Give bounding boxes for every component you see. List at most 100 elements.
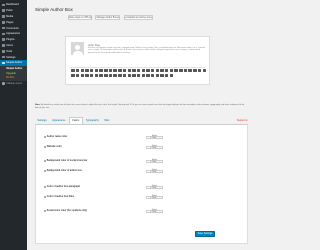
social-icon[interactable] [71, 73, 75, 78]
social-icon[interactable] [85, 73, 89, 78]
social-icon[interactable] [169, 73, 174, 78]
social-icon[interactable] [132, 69, 136, 73]
help-icon[interactable] [44, 186, 46, 188]
social-icon[interactable] [146, 73, 150, 78]
social-icon[interactable] [75, 73, 80, 78]
help-icon[interactable] [44, 136, 46, 138]
settings-tabs: Settings Appearance Colors Typography Misc Su… [35, 117, 248, 125]
social-icon[interactable] [132, 73, 136, 78]
social-icon[interactable] [141, 69, 145, 73]
social-icon[interactable] [94, 69, 99, 73]
social-icon[interactable] [127, 73, 131, 78]
rate-plugin-button[interactable]: Rate plugin on WP.org [68, 15, 92, 20]
social-icon[interactable] [150, 73, 155, 78]
comment-icon [2, 26, 5, 30]
author-icon [2, 61, 5, 65]
submenu-item-gopro[interactable]: Go Pro [0, 75, 27, 80]
social-icon[interactable] [136, 69, 141, 73]
social-icon[interactable] [165, 69, 169, 73]
collapse-menu-button[interactable]: Collapse menu [0, 81, 27, 86]
help-icon[interactable] [44, 196, 46, 198]
social-icon[interactable] [90, 73, 94, 78]
manage-boxes-button[interactable]: Manage Author Boxes [95, 15, 120, 20]
tab-settings[interactable]: Settings [35, 118, 49, 124]
social-icon[interactable] [80, 73, 85, 78]
social-icon[interactable] [202, 69, 206, 73]
avatar [71, 42, 85, 56]
sidebar-item-label: Users [6, 43, 13, 47]
sidebar-item-label: Pages [6, 20, 14, 24]
social-icon[interactable] [104, 69, 108, 73]
settings-row: Website color [44, 146, 144, 148]
social-icon[interactable] [122, 73, 127, 78]
support-link[interactable]: Support ♥ [234, 118, 248, 124]
sidebar-item-label: Dashboard [6, 3, 19, 7]
user-icon [2, 44, 5, 47]
tab-colors[interactable]: Colors [68, 117, 83, 124]
tab-misc[interactable]: Misc [102, 118, 112, 124]
collapse-label: Collapse menu [6, 81, 23, 85]
social-icon[interactable] [80, 69, 85, 73]
simple-author-submenu: Simple Author Upgrade Go Pro [0, 65, 27, 81]
social-icon[interactable] [108, 73, 113, 78]
tab-appearance[interactable]: Appearance [50, 118, 68, 124]
select-color-button[interactable]: Select Color [146, 195, 163, 200]
social-icon[interactable] [165, 73, 169, 78]
select-color-button[interactable]: Select Color [146, 169, 163, 173]
setting-label-text: Website color [46, 146, 62, 148]
social-icon[interactable] [197, 69, 202, 73]
social-icon[interactable] [188, 69, 192, 73]
social-icon[interactable] [90, 69, 94, 73]
social-icon[interactable] [108, 69, 113, 73]
social-icon[interactable] [169, 69, 174, 73]
social-icon[interactable] [193, 69, 197, 73]
tab-typography[interactable]: Typography [83, 118, 101, 124]
social-icon[interactable] [127, 69, 131, 73]
sidebar-item-label: Comments [6, 26, 19, 30]
help-icon[interactable] [44, 210, 46, 212]
social-icon[interactable] [99, 69, 103, 73]
social-icon[interactable] [141, 73, 145, 78]
social-icon[interactable] [118, 73, 122, 78]
social-icon[interactable] [150, 69, 155, 73]
social-icon[interactable] [160, 69, 164, 73]
social-icon[interactable] [146, 69, 150, 73]
social-icon[interactable] [118, 69, 122, 73]
social-icon[interactable] [99, 73, 103, 78]
setting-label: Color of author box paragraph [44, 186, 144, 188]
setting-label: Website color [44, 146, 144, 148]
setting-label-text: Background color of social icons bar [46, 160, 88, 162]
help-icon[interactable] [44, 170, 46, 172]
setting-label-text: Social icons color (for symbols only) [46, 210, 88, 212]
collapse-icon [2, 81, 5, 85]
social-icon[interactable] [85, 69, 89, 73]
social-icon[interactable] [113, 73, 117, 78]
social-icon[interactable] [179, 69, 183, 73]
social-icon[interactable] [71, 69, 75, 73]
social-icon[interactable] [94, 73, 99, 78]
sidebar-item-label: Settings [6, 55, 16, 59]
social-icon[interactable] [174, 69, 178, 73]
social-icon[interactable] [155, 69, 160, 73]
social-icon[interactable] [136, 73, 141, 78]
social-icon[interactable] [160, 73, 164, 78]
sidebar-item-label: Tools [6, 49, 13, 53]
settings-row: Color of author box paragraph [44, 186, 144, 188]
social-icon[interactable] [75, 69, 80, 73]
select-color-button[interactable]: Select Color [146, 145, 163, 149]
social-icon[interactable] [113, 69, 117, 73]
select-color-button[interactable]: Select Color [146, 185, 163, 189]
help-icon[interactable] [44, 160, 46, 162]
social-icon[interactable] [122, 69, 127, 73]
social-icon[interactable] [104, 73, 108, 78]
help-icon[interactable] [44, 146, 46, 148]
select-color-button[interactable]: Select Color [146, 209, 163, 213]
select-color-label: Select Color [151, 195, 158, 200]
select-color-button[interactable]: Select Color [146, 159, 163, 163]
plugin-icon [2, 38, 5, 41]
social-icon[interactable] [183, 69, 188, 73]
social-icon[interactable] [155, 73, 160, 78]
select-color-button[interactable]: Select Color [146, 135, 163, 139]
save-settings-button[interactable]: Save Settings [195, 231, 215, 237]
setting-label: Background color of author box [44, 170, 144, 172]
